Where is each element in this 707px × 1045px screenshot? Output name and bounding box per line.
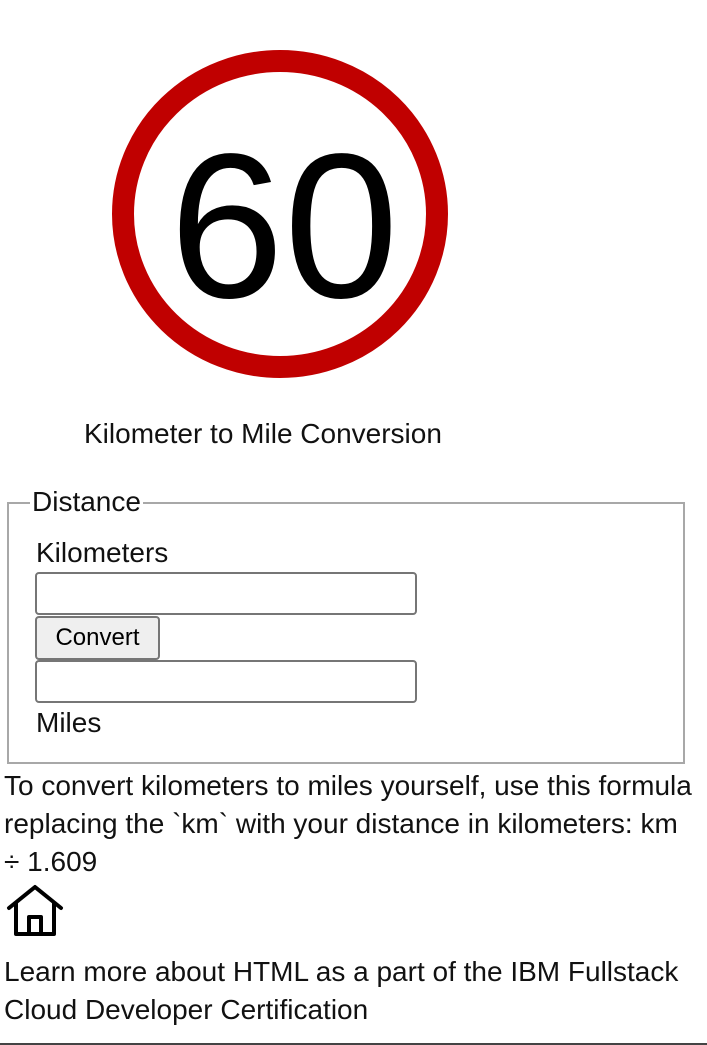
page-title: Kilometer to Mile Conversion bbox=[84, 418, 442, 449]
speed-limit-sign-image: 60 bbox=[112, 50, 448, 378]
learn-more-paragraph: Learn more about HTML as a part of the I… bbox=[4, 956, 679, 1025]
speed-limit-sign-graphic: 60 bbox=[112, 50, 448, 378]
kilometers-input[interactable] bbox=[35, 572, 417, 615]
miles-label: Miles bbox=[36, 707, 102, 738]
convert-button[interactable]: Convert bbox=[35, 616, 160, 660]
home-icon bbox=[7, 885, 63, 936]
home-link[interactable] bbox=[5, 884, 65, 936]
kilometers-label: Kilometers bbox=[36, 537, 169, 568]
miles-output-field[interactable] bbox=[35, 660, 417, 703]
fieldset-legend: Distance bbox=[30, 486, 143, 518]
sign-speed-number: 60 bbox=[169, 111, 398, 341]
formula-paragraph: To convert kilometers to miles yourself,… bbox=[4, 770, 692, 877]
